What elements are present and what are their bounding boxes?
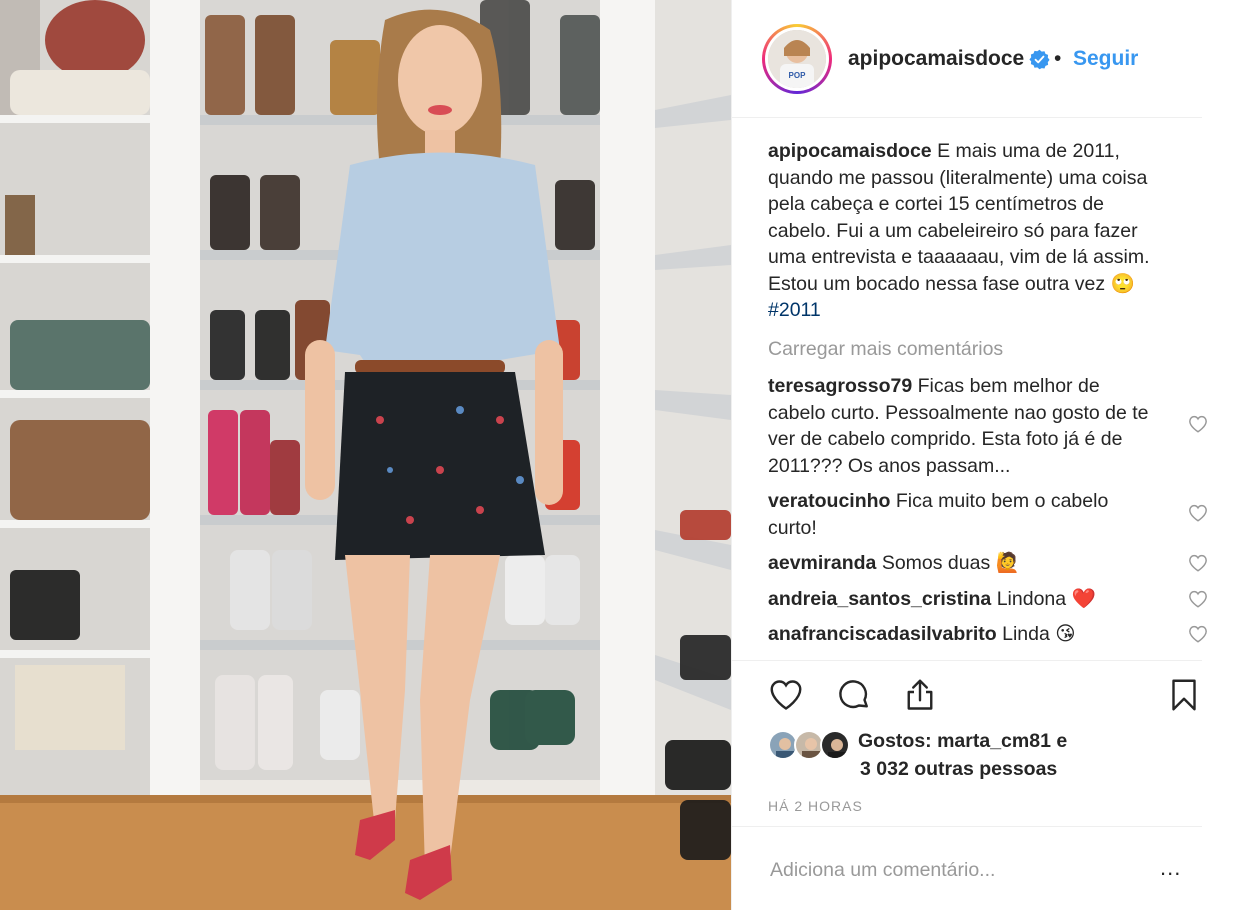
follow-button[interactable]: Seguir <box>1073 47 1138 71</box>
comment-username[interactable]: teresagrosso79 <box>768 375 912 397</box>
load-more-comments-button[interactable]: Carregar mais comentários <box>768 336 1208 363</box>
caption-username[interactable]: apipocamaisdoce <box>768 140 932 162</box>
liker-avatar[interactable] <box>820 730 850 760</box>
caption-text: E mais uma de 2011, quando me passou (li… <box>768 140 1150 295</box>
share-icon[interactable] <box>902 677 938 713</box>
comment-item: veratoucinho Fica muito bem o cabelo cur… <box>768 488 1208 541</box>
comment-like-heart-icon[interactable] <box>1188 554 1208 572</box>
post-header: POP apipocamaisdoce • Seguir <box>732 0 1202 118</box>
post-image <box>0 0 731 910</box>
heart-icon[interactable] <box>768 677 804 713</box>
comment-item: anafranciscadasilvabrito Linda 😘 <box>768 621 1208 648</box>
verified-badge-icon <box>1029 49 1050 70</box>
post-caption: apipocamaisdoce E mais uma de 2011, quan… <box>768 138 1168 324</box>
hashtag-link[interactable]: #2011 <box>768 299 821 321</box>
bookmark-icon[interactable] <box>1166 677 1202 713</box>
comment-like-heart-icon[interactable] <box>1188 415 1208 433</box>
post-side-panel: POP apipocamaisdoce • Seguir apipocamais… <box>731 0 1240 910</box>
liker-username[interactable]: marta_cm81 <box>937 730 1051 752</box>
comment-text: Linda 😘 <box>1002 623 1076 645</box>
comment-username[interactable]: anafranciscadasilvabrito <box>768 623 997 645</box>
likes-text: Gostos: marta_cm81 e <box>858 730 1067 753</box>
svg-text:POP: POP <box>789 71 807 80</box>
comment-item: andreia_santos_cristina Lindona ❤️ <box>768 586 1208 613</box>
post-photo[interactable] <box>0 0 731 910</box>
post-actions-bar <box>732 660 1202 726</box>
comment-text: Lindona ❤️ <box>996 587 1096 610</box>
comment-username[interactable]: andreia_santos_cristina <box>768 588 991 610</box>
header-separator: • <box>1054 47 1062 70</box>
author-avatar[interactable]: POP <box>762 24 832 94</box>
comment-bubble-icon[interactable] <box>836 677 872 713</box>
comment-username[interactable]: veratoucinho <box>768 490 890 512</box>
comment-text: Somos duas 🙋 <box>881 552 1020 574</box>
add-comment-input[interactable]: Adiciona um comentário... <box>770 859 995 882</box>
comment-username[interactable]: aevmiranda <box>768 552 876 574</box>
likes-others-count[interactable]: 3 032 outras pessoas <box>860 758 1057 781</box>
comment-like-heart-icon[interactable] <box>1188 625 1208 643</box>
author-username[interactable]: apipocamaisdoce <box>848 47 1024 71</box>
comment-like-heart-icon[interactable] <box>1188 590 1208 608</box>
post-timestamp[interactable]: HÁ 2 HORAS <box>768 798 863 814</box>
comment-like-heart-icon[interactable] <box>1188 504 1208 522</box>
likes-prefix: Gostos: <box>858 730 938 752</box>
comments-section: apipocamaisdoce E mais uma de 2011, quan… <box>768 138 1208 648</box>
comment-item: aevmiranda Somos duas 🙋 <box>768 550 1208 577</box>
add-comment-bar: Adiciona um comentário... ... <box>732 826 1202 910</box>
more-options-button[interactable]: ... <box>1160 855 1181 881</box>
likes-conjunction: e <box>1050 730 1068 752</box>
comment-item: teresagrosso79 Ficas bem melhor de cabel… <box>768 373 1208 479</box>
